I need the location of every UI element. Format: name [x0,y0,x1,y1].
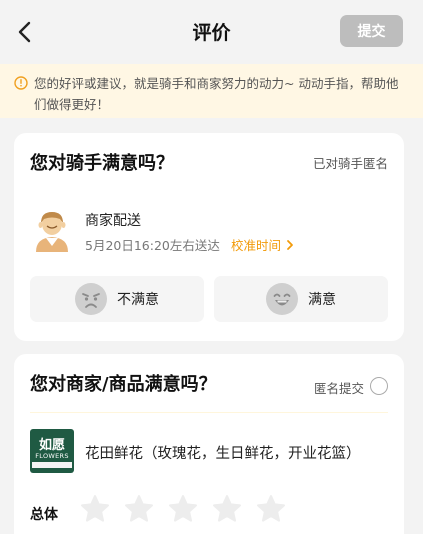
delivery-time: 5月20日16:20左右送达 [85,238,220,253]
anonymous-submit-checkbox[interactable] [370,377,388,395]
star-icon[interactable] [80,494,110,524]
notice-text: 您的好评或建议，就是骑手和商家努力的动力~ 动动手指，帮助他们做得更好！ [34,76,399,112]
unhappy-face-icon [75,283,107,315]
overall-rating-label: 总体 [30,507,58,523]
shop-logo-text: 如愿 [38,438,65,453]
anonymous-submit-label: 匿名提交 [313,381,364,396]
star-icon[interactable] [168,494,198,524]
unsatisfied-label: 不满意 [117,292,159,308]
satisfied-label: 满意 [308,292,336,308]
merchant-card-title: 您对商家/商品满意吗？ [30,374,217,395]
shop-name: 花田鲜花（玫瑰花，生日鲜花，开业花篮） [85,446,361,462]
overall-star-rating [80,494,286,524]
star-icon[interactable] [212,494,242,524]
star-icon[interactable] [124,494,154,524]
notice-banner: 您的好评或建议，就是骑手和商家努力的动力~ 动动手指，帮助他们做得更好！ [0,64,423,118]
card-divider [30,412,388,413]
shop-logo: 如愿 FLOWERS [30,429,74,473]
star-icon[interactable] [256,494,286,524]
rider-rating-card: 您对骑手满意吗？ 已对骑手匿名 商家配送 5月20日16:20左右送达 校准时间… [14,133,404,341]
shop-logo-sub: FLOWERS [35,452,69,460]
header-bar: 评价 提交 [0,0,423,64]
happy-face-icon [266,283,298,315]
unsatisfied-button[interactable]: 不满意 [30,276,204,322]
rider-name: 商家配送 [85,213,141,229]
shop-logo-strip [32,462,72,468]
merchant-rating-card: 您对商家/商品满意吗？ 匿名提交 如愿 FLOWERS 花田鲜花（玫瑰花，生日鲜… [14,354,404,534]
calibrate-time-label: 校准时间 [231,238,282,253]
rider-card-title: 您对骑手满意吗？ [30,153,174,174]
chevron-right-icon [287,239,293,250]
rider-anonymous-note: 已对骑手匿名 [312,156,388,171]
info-icon [14,76,28,90]
satisfied-button[interactable]: 满意 [214,276,388,322]
calibrate-time-link[interactable]: 校准时间 [231,235,296,254]
rider-avatar-icon [36,212,68,252]
submit-button[interactable]: 提交 [340,15,403,47]
